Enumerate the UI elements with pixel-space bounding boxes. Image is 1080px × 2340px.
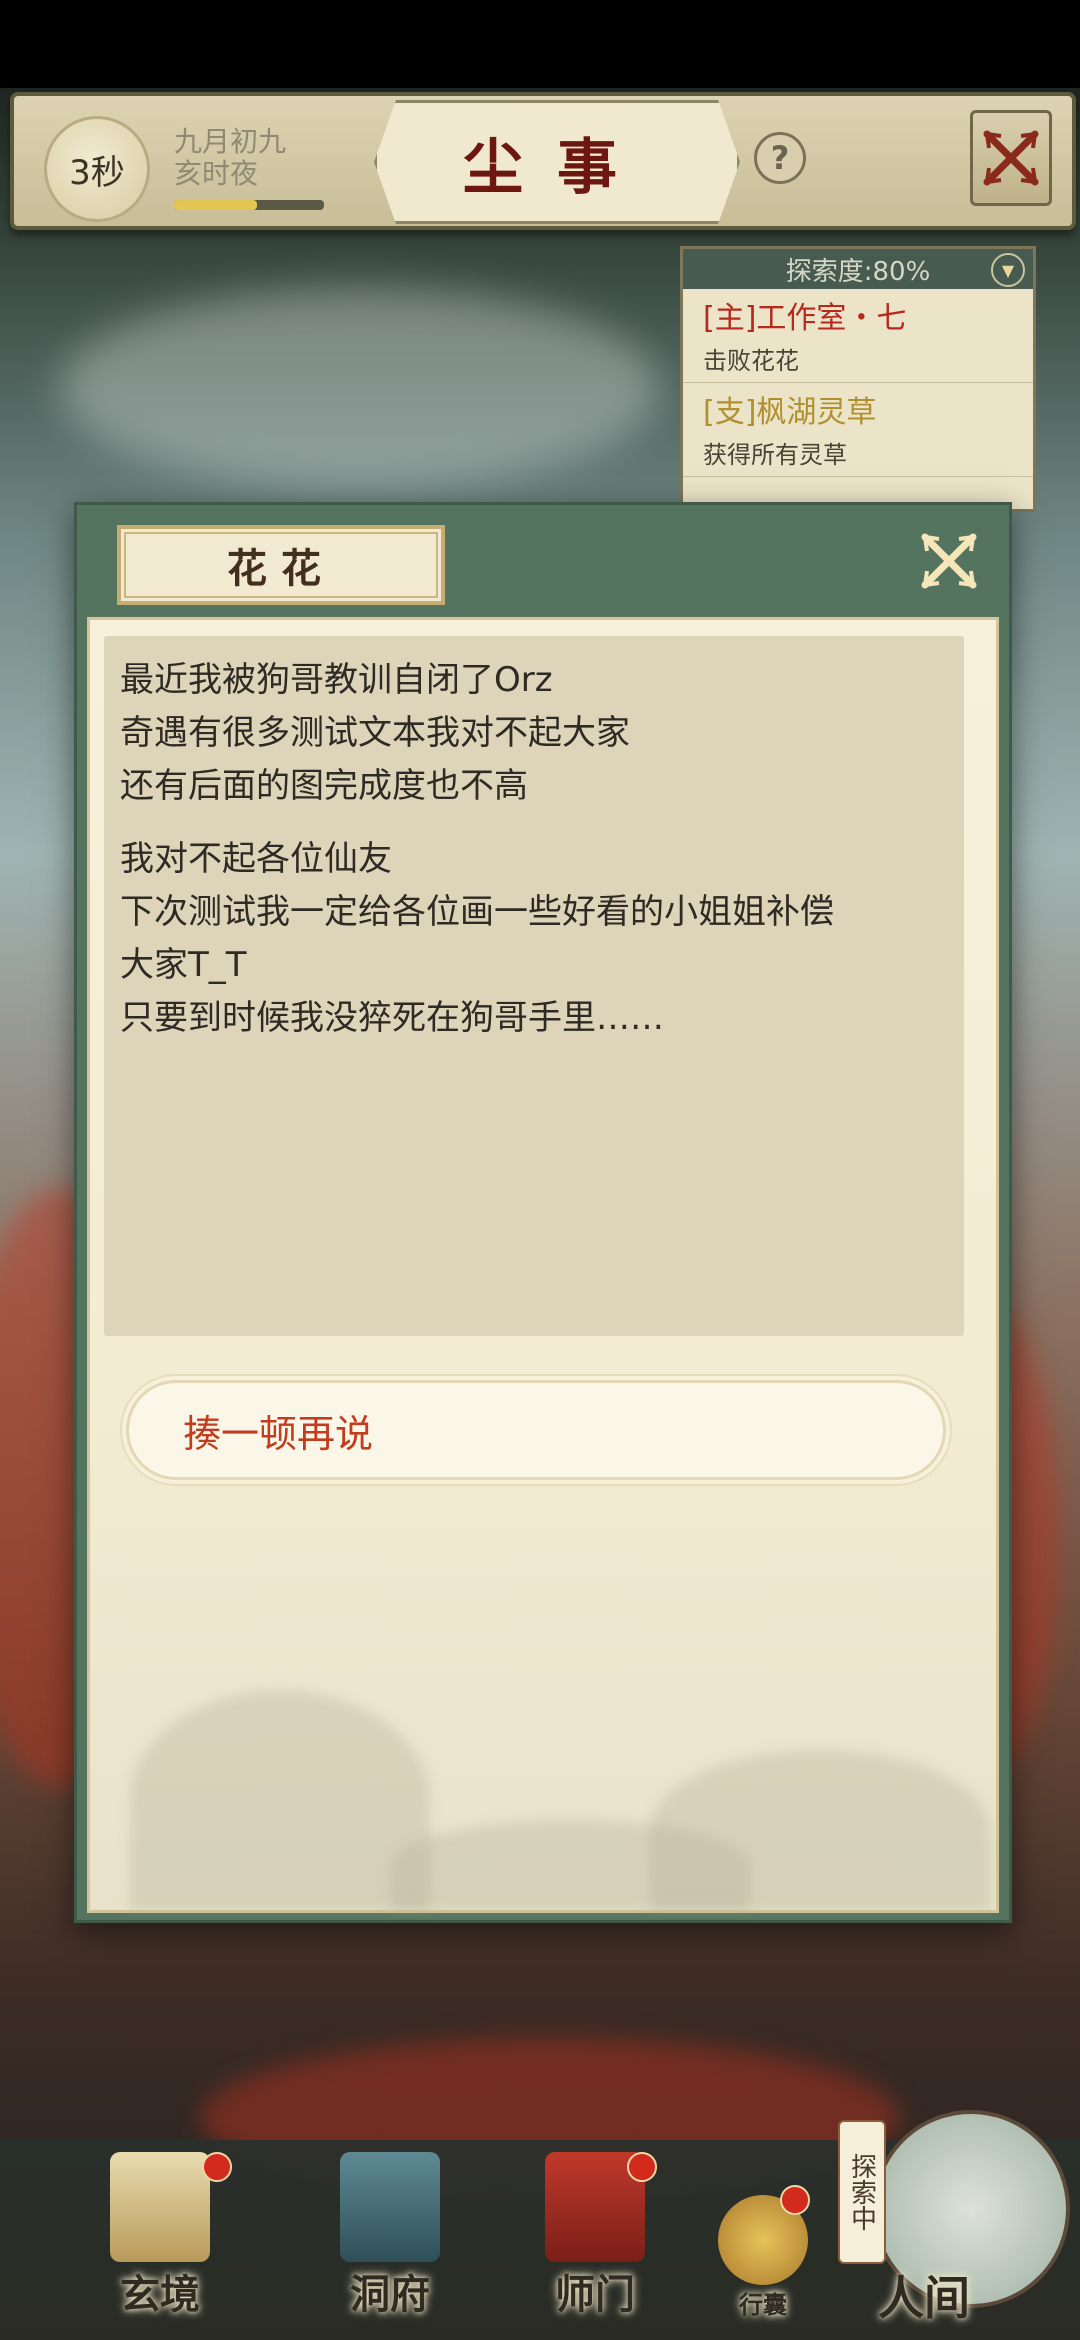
nav-label: 玄境	[120, 2271, 200, 2318]
nav-item-renjian[interactable]: 人间	[878, 2262, 970, 2328]
dialog-line: 大家T_T	[120, 945, 247, 985]
nav-label: 行囊	[739, 2290, 787, 2319]
notification-badge	[627, 2152, 657, 2182]
quest-panel[interactable]: 探索度:80% ▼ [主]工作室・七 击败花花 [支]枫湖灵草 获得所有灵草	[680, 246, 1036, 512]
nav-label: 师门	[555, 2271, 635, 2318]
dialog-line: 最近我被狗哥教训自闭了Orz	[120, 660, 553, 700]
dialog-paragraph: 我对不起各位仙友 下次测试我一定给各位画一些好看的小姐姐补偿 大家T_T 只要到…	[120, 833, 948, 1045]
nav-item-xingnang[interactable]: 行囊	[718, 2185, 810, 2320]
quest-desc: 击败花花	[703, 347, 799, 375]
nav-item-dongfu[interactable]: 洞府	[340, 2152, 440, 2320]
exploration-progress: 探索度:80%	[785, 256, 931, 287]
exploring-tag: 探索中	[838, 2120, 886, 2264]
close-icon[interactable]	[970, 110, 1052, 206]
quest-title: [支]枫湖灵草	[703, 395, 877, 430]
notification-badge	[780, 2185, 810, 2215]
dialog-window: 花花 最近我被狗哥教训自闭了Orz 奇遇有很多测试文本我对不起大家 还有后面的图…	[74, 502, 1012, 1923]
timer-text: 3秒	[69, 152, 125, 193]
dialog-line: 我对不起各位仙友	[120, 839, 392, 879]
dialog-line: 还有后面的图完成度也不高	[120, 766, 528, 806]
dialog-close-icon[interactable]	[909, 521, 989, 601]
time-progress-fill	[174, 200, 257, 210]
chevron-down-icon[interactable]: ▼	[991, 253, 1025, 287]
dialog-body: 最近我被狗哥教训自闭了Orz 奇遇有很多测试文本我对不起大家 还有后面的图完成度…	[87, 617, 999, 1913]
dialog-text-box: 最近我被狗哥教训自闭了Orz 奇遇有很多测试文本我对不起大家 还有后面的图完成度…	[104, 636, 964, 1336]
nav-label: 洞府	[350, 2271, 430, 2318]
dialog-paragraph: 最近我被狗哥教训自闭了Orz 奇遇有很多测试文本我对不起大家 还有后面的图完成度…	[120, 654, 948, 813]
quest-item-main[interactable]: [主]工作室・七 击败花花	[683, 289, 1033, 383]
quest-header[interactable]: 探索度:80% ▼	[683, 249, 1033, 289]
help-button[interactable]: ?	[754, 132, 806, 184]
quest-title: [主]工作室・七	[703, 301, 907, 336]
dialog-line: 只要到时候我没猝死在狗哥手里……	[120, 998, 664, 1038]
page-title: 尘事	[374, 100, 740, 224]
nav-item-shimen[interactable]: 师门	[545, 2152, 657, 2320]
nav-item-xuanjing[interactable]: 玄境	[110, 2152, 232, 2320]
quest-item-side[interactable]: [支]枫湖灵草 获得所有灵草	[683, 383, 1033, 477]
top-bar: 3秒 九月初九 亥时夜 尘事 ?	[10, 92, 1076, 230]
pavilion-icon	[340, 2152, 440, 2262]
quest-desc: 获得所有灵草	[703, 441, 847, 469]
scroll-icon	[110, 2152, 210, 2262]
dialog-line: 下次测试我一定给各位画一些好看的小姐姐补偿	[120, 892, 834, 932]
choice-button[interactable]: 揍一顿再说	[126, 1380, 946, 1480]
speaker-name: 花花	[117, 525, 445, 605]
time-progress-bar	[174, 200, 324, 210]
notification-badge	[202, 2152, 232, 2182]
time-of-day-text: 亥时夜	[174, 157, 259, 190]
dialog-line: 奇遇有很多测试文本我对不起大家	[120, 713, 630, 753]
timer-badge: 3秒	[44, 116, 150, 222]
